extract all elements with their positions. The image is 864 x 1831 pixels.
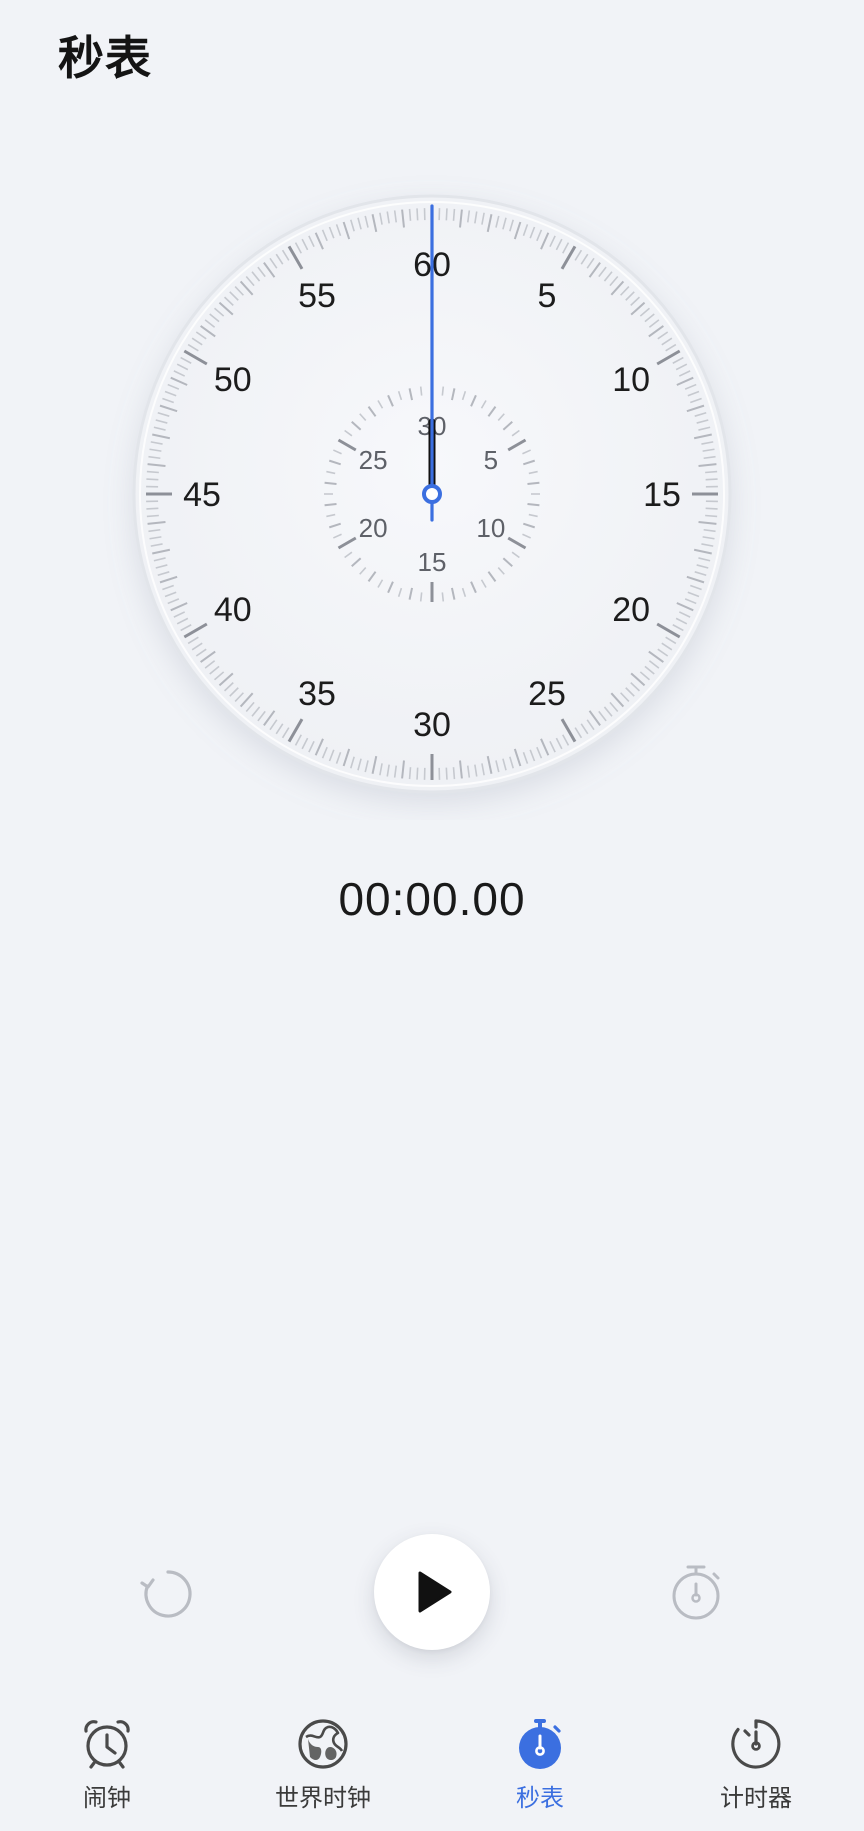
- outer-tick: [408, 767, 412, 780]
- tab-label-world-clock: 世界时钟: [275, 1785, 371, 1812]
- inner-dial-label: 5: [484, 445, 498, 475]
- tab-alarm[interactable]: 闹钟: [7, 1716, 207, 1813]
- inner-tick: [527, 481, 540, 485]
- inner-tick: [527, 503, 540, 507]
- hand-pivot: [422, 484, 442, 504]
- outer-dial-label: 20: [612, 591, 650, 629]
- outer-tick: [416, 767, 419, 780]
- timer-icon: [728, 1716, 784, 1772]
- outer-tick: [146, 507, 159, 510]
- inner-tick: [441, 592, 445, 602]
- inner-tick: [441, 386, 445, 396]
- play-icon: [418, 1571, 452, 1613]
- inner-dial-label: 20: [359, 513, 388, 543]
- start-button[interactable]: [374, 1534, 490, 1650]
- inner-dial-label: 15: [418, 547, 447, 577]
- reset-icon: [140, 1570, 192, 1618]
- stopwatch-dial-graphic: 60510152025303540455055 30510152025: [132, 194, 732, 794]
- lap-stopwatch-icon: [672, 1565, 720, 1620]
- elapsed-time: 00:00.00: [338, 873, 526, 925]
- outer-dial-label: 50: [214, 361, 252, 399]
- inner-dial-label: 10: [476, 513, 505, 543]
- outer-tick: [705, 470, 718, 474]
- tab-world-clock[interactable]: 世界时钟: [223, 1716, 423, 1813]
- inner-tick: [324, 481, 337, 485]
- tab-stopwatch[interactable]: 秒表: [440, 1716, 640, 1813]
- outer-tick: [705, 507, 718, 510]
- outer-tick: [445, 208, 448, 221]
- tab-label-alarm: 闹钟: [83, 1785, 131, 1812]
- outer-tick: [445, 767, 448, 780]
- outer-tick: [146, 514, 159, 518]
- lap-button[interactable]: [666, 1560, 726, 1624]
- tab-label-timer: 计时器: [720, 1785, 792, 1812]
- outer-dial-label: 55: [298, 277, 336, 315]
- globe-icon: [295, 1716, 351, 1772]
- stopwatch-dial: 60510152025303540455055 30510152025: [0, 0, 864, 820]
- outer-dial-label: 10: [612, 361, 650, 399]
- tab-label-stopwatch: 秒表: [516, 1785, 564, 1812]
- outer-tick: [705, 478, 718, 481]
- outer-dial-label: 5: [538, 277, 557, 315]
- inner-dial-label: 25: [359, 445, 388, 475]
- bottom-tab-bar: 闹钟 世界时钟 秒表 计时器: [0, 1700, 864, 1831]
- outer-tick: [146, 470, 159, 474]
- inner-tick: [324, 503, 337, 507]
- outer-tick: [146, 478, 159, 481]
- outer-dial-label: 45: [183, 476, 221, 514]
- outer-dial-label: 15: [643, 476, 681, 514]
- alarm-clock-icon: [79, 1716, 135, 1772]
- outer-tick: [452, 208, 456, 221]
- outer-dial-label: 35: [298, 675, 336, 713]
- outer-dial-label: 30: [413, 706, 451, 744]
- outer-dial-label: 40: [214, 591, 252, 629]
- inner-tick: [419, 386, 423, 396]
- tab-timer[interactable]: 计时器: [656, 1716, 856, 1813]
- outer-dial-label: 25: [528, 675, 566, 713]
- stopwatch-icon: [512, 1716, 568, 1772]
- reset-button[interactable]: [138, 1564, 198, 1624]
- outer-tick: [452, 767, 456, 780]
- outer-tick: [416, 208, 419, 221]
- outer-tick: [705, 514, 718, 518]
- outer-tick: [408, 208, 412, 221]
- inner-tick: [419, 592, 423, 602]
